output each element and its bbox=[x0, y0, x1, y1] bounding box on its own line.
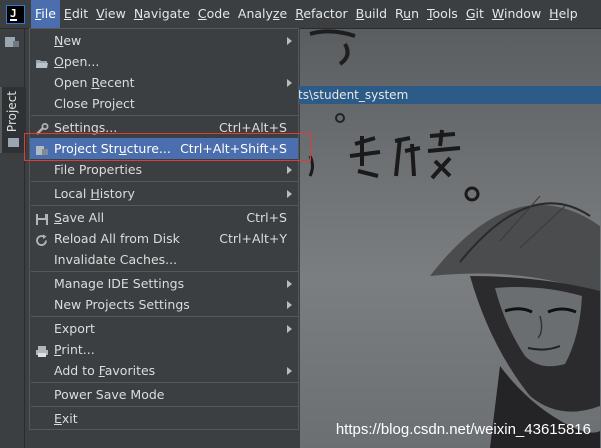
menu-refactor[interactable]: Refactor bbox=[291, 0, 351, 28]
menu-item-export[interactable]: Export bbox=[30, 318, 298, 339]
menu-item-local-history[interactable]: Local History bbox=[30, 183, 298, 204]
submenu-arrow-icon bbox=[287, 190, 292, 198]
intellij-logo-icon[interactable]: J bbox=[6, 4, 25, 24]
menu-item-label: Add to Favorites bbox=[54, 363, 156, 378]
menu-code[interactable]: Code bbox=[194, 0, 234, 28]
menu-item-label: Print... bbox=[54, 342, 95, 357]
menu-item-label: Invalidate Caches... bbox=[54, 252, 178, 267]
menu-item-label: Export bbox=[54, 321, 95, 336]
menu-item-new-projects-settings[interactable]: New Projects Settings bbox=[30, 294, 298, 315]
folder-icon bbox=[8, 138, 19, 147]
menu-item-label: Power Save Mode bbox=[54, 387, 165, 402]
menu-item-manage-ide-settings[interactable]: Manage IDE Settings bbox=[30, 273, 298, 294]
menu-separator bbox=[31, 181, 299, 182]
menu-help[interactable]: Help bbox=[545, 0, 582, 28]
menu-item-exit[interactable]: Exit bbox=[30, 408, 298, 429]
menu-item-add-to-favorites[interactable]: Add to Favorites bbox=[30, 360, 298, 381]
menu-separator bbox=[31, 205, 299, 206]
shortcut-label: Ctrl+S bbox=[246, 210, 287, 225]
menu-item-label: Save All bbox=[54, 210, 105, 225]
submenu-arrow-icon bbox=[287, 280, 292, 288]
project-path-row[interactable]: ts\student_system bbox=[298, 86, 601, 104]
menu-edit[interactable]: Edit bbox=[60, 0, 92, 28]
menu-item-label: New bbox=[54, 33, 82, 48]
menu-item-new[interactable]: New bbox=[30, 30, 298, 51]
menu-item-print[interactable]: Print... bbox=[30, 339, 298, 360]
menu-item-label: Reload All from Disk bbox=[54, 231, 180, 246]
save-icon bbox=[35, 211, 49, 225]
menu-item-label: Open... bbox=[54, 54, 100, 69]
menu-bar: J File Edit View Navigate Code Analyze Refacto… bbox=[0, 0, 601, 29]
menu-file[interactable]: File bbox=[31, 0, 60, 28]
submenu-arrow-icon bbox=[287, 301, 292, 309]
menu-separator bbox=[31, 382, 299, 383]
menu-run[interactable]: Run bbox=[391, 0, 423, 28]
submenu-arrow-icon bbox=[287, 37, 292, 45]
submenu-arrow-icon bbox=[287, 79, 292, 87]
project-path-text: ts\student_system bbox=[298, 88, 409, 102]
menu-build[interactable]: Build bbox=[352, 0, 391, 28]
left-tool-strip: Project bbox=[0, 29, 26, 448]
submenu-arrow-icon bbox=[287, 367, 292, 375]
menu-item-power-save-mode[interactable]: Power Save Mode bbox=[30, 384, 298, 405]
menu-item-close-project[interactable]: Close Project bbox=[30, 93, 298, 114]
watermark-url: https://blog.csdn.net/weixin_43615816 bbox=[335, 421, 591, 438]
menu-item-label: Close Project bbox=[54, 96, 135, 111]
menu-separator bbox=[31, 316, 299, 317]
menu-tools[interactable]: Tools bbox=[423, 0, 462, 28]
file-menu-dropdown: New Open... Open Recent Close Project Settin… bbox=[29, 28, 299, 430]
menu-window[interactable]: Window bbox=[488, 0, 545, 28]
menu-item-label: File Properties bbox=[54, 162, 143, 177]
menu-view[interactable]: View bbox=[92, 0, 130, 28]
menu-item-invalidate-caches[interactable]: Invalidate Caches... bbox=[30, 249, 298, 270]
submenu-arrow-icon bbox=[287, 325, 292, 333]
print-icon bbox=[35, 343, 49, 357]
menu-navigate[interactable]: Navigate bbox=[130, 0, 194, 28]
shortcut-label: Ctrl+Alt+Y bbox=[219, 231, 287, 246]
project-tool-icon[interactable] bbox=[4, 35, 20, 49]
menu-item-label: Manage IDE Settings bbox=[54, 276, 185, 291]
menu-item-save-all[interactable]: Save All Ctrl+S bbox=[30, 207, 298, 228]
menu-analyze[interactable]: Analyze bbox=[234, 0, 291, 28]
reload-icon bbox=[35, 232, 49, 246]
menu-item-label: Local History bbox=[54, 186, 135, 201]
menu-item-open-recent[interactable]: Open Recent bbox=[30, 72, 298, 93]
menu-item-label: Exit bbox=[54, 411, 78, 426]
menu-separator bbox=[31, 271, 299, 272]
folder-open-icon bbox=[35, 55, 49, 68]
menu-separator bbox=[31, 406, 299, 407]
menu-item-reload-all-from-disk[interactable]: Reload All from Disk Ctrl+Alt+Y bbox=[30, 228, 298, 249]
project-tool-tab[interactable]: Project bbox=[0, 87, 26, 153]
menu-item-label: Open Recent bbox=[54, 75, 135, 90]
menu-item-file-properties[interactable]: File Properties bbox=[30, 159, 298, 180]
project-tab-label: Project bbox=[5, 91, 19, 133]
menu-git[interactable]: Git bbox=[462, 0, 488, 28]
menu-item-open[interactable]: Open... bbox=[30, 51, 298, 72]
submenu-arrow-icon bbox=[287, 166, 292, 174]
menu-separator bbox=[31, 115, 299, 116]
menu-item-label: New Projects Settings bbox=[54, 297, 190, 312]
annotation-highlight-box bbox=[24, 133, 311, 161]
